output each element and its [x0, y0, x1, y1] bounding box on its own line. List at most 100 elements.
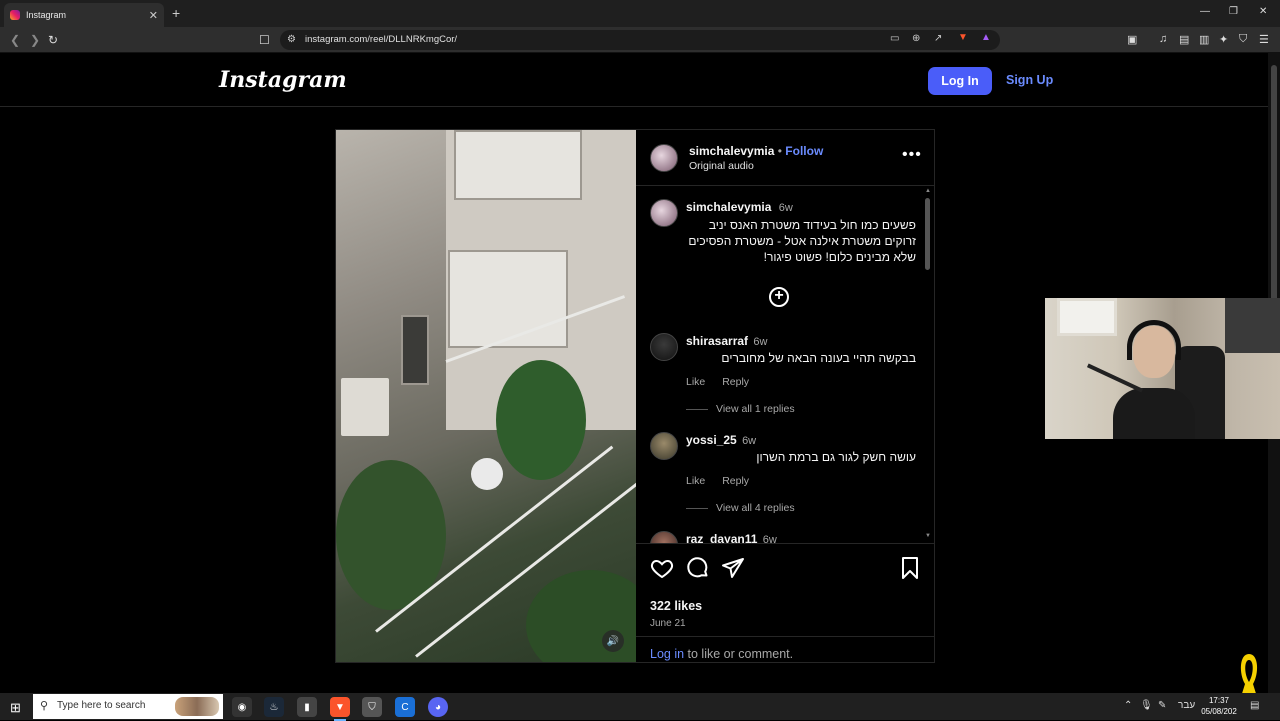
caption-avatar[interactable]: [650, 199, 678, 227]
video-ac-unit: [341, 378, 389, 436]
media-icon[interactable]: ♫: [1159, 33, 1167, 45]
windows-start-icon[interactable]: ⊞: [10, 700, 21, 716]
taskbar-search[interactable]: ⚲ Type here to search: [33, 694, 223, 719]
comment-like-button[interactable]: Like: [686, 376, 705, 388]
video-plant: [496, 360, 586, 480]
wallet-icon[interactable]: ▥: [1199, 33, 1209, 46]
webcam-window: [1057, 298, 1117, 336]
tray-language[interactable]: עבר: [1178, 700, 1195, 711]
comments-scrollbar[interactable]: ▲ ▼: [924, 188, 932, 542]
save-bookmark-icon[interactable]: [898, 556, 922, 580]
reader-icon[interactable]: ▤: [1179, 33, 1189, 46]
scroll-down-icon[interactable]: ▼: [925, 533, 931, 539]
notification-icon[interactable]: ▤: [1250, 700, 1259, 711]
window-close-icon[interactable]: ✕: [1259, 6, 1267, 17]
tray-mic-icon[interactable]: 🎙: [1140, 700, 1153, 711]
reel-video[interactable]: 🔊: [336, 130, 636, 662]
view-replies-button[interactable]: View all 4 replies: [686, 502, 795, 514]
comment-body: yossi_25 6w עושה חשק לגור גם ברמת השרון …: [686, 432, 916, 489]
webcam-person-body: [1113, 388, 1195, 439]
taskbar-shield-icon[interactable]: ⛉: [362, 697, 382, 717]
reload-icon[interactable]: ↻: [48, 33, 58, 47]
url-text: instagram.com/reel/DLLNRKmgCor/: [305, 34, 458, 45]
more-options-icon[interactable]: •••: [902, 146, 922, 164]
like-heart-icon[interactable]: [650, 556, 674, 580]
vpn-icon[interactable]: ⛉: [1239, 33, 1247, 46]
video-window-left: [401, 315, 429, 385]
signup-link[interactable]: Sign Up: [1006, 73, 1053, 87]
restore-icon[interactable]: ❐: [1229, 6, 1238, 17]
site-info-icon[interactable]: ⚙: [287, 30, 296, 50]
cast-icon[interactable]: ▭: [890, 33, 899, 44]
load-more-comments-icon[interactable]: +: [769, 287, 789, 307]
comment-icon[interactable]: [686, 556, 710, 580]
comment-username[interactable]: raz_dayan11: [686, 532, 757, 543]
follow-button[interactable]: Follow: [785, 144, 823, 158]
comment-avatar[interactable]: [650, 432, 678, 460]
comment-username[interactable]: yossi_25: [686, 433, 737, 447]
original-audio[interactable]: Original audio: [689, 160, 754, 172]
browser-tab[interactable]: Instagram ✕: [4, 3, 164, 27]
comment-like-button[interactable]: Like: [686, 475, 705, 487]
comments-scrollbar-thumb[interactable]: [925, 198, 930, 270]
clock-date: 05/08/202: [1201, 707, 1237, 716]
taskbar-discord-icon[interactable]: ◕: [428, 697, 448, 717]
search-highlight-image: [175, 697, 219, 716]
tray-pen-icon[interactable]: ✎: [1158, 700, 1166, 711]
author-username[interactable]: simchalevymia: [689, 144, 774, 158]
comment-avatar[interactable]: [650, 531, 678, 543]
tray-chevron-icon[interactable]: ⌃: [1124, 700, 1132, 711]
caption-username[interactable]: simchalevymia: [686, 200, 771, 214]
caption-body: simchalevymia 6w פשעים כמו חול בעידוד מש…: [686, 199, 916, 265]
menu-icon[interactable]: ☰: [1259, 33, 1269, 46]
login-prompt: Log in to like or comment.: [636, 636, 934, 663]
minimize-icon[interactable]: —: [1200, 6, 1210, 17]
post-date: June 21: [650, 618, 686, 629]
webcam-acoustic-panel: [1225, 298, 1280, 353]
post-footer: 322 likes June 21 Log in to like or comm…: [636, 543, 934, 662]
new-tab-icon[interactable]: +: [172, 5, 180, 21]
back-icon[interactable]: ❮: [10, 33, 20, 47]
windows-taskbar: ⊞ ⚲ Type here to search ◉ ♨ ▮ ▼ ⛉ C ◕ ⌃ …: [0, 693, 1280, 721]
clock-time: 17:37: [1208, 696, 1230, 705]
address-bar-row: ❮ ❯ ↻ ☐ ⚙ instagram.com/reel/DLLNRKmgCor…: [0, 27, 1280, 53]
author-avatar[interactable]: [650, 144, 678, 172]
brave-shield-icon[interactable]: ▼: [958, 32, 968, 43]
taskbar-c-app-icon[interactable]: C: [395, 697, 415, 717]
taskbar-brave-icon[interactable]: ▼: [330, 697, 350, 721]
comment-reply-button[interactable]: Reply: [722, 376, 749, 388]
webcam-overlay: [1045, 298, 1280, 439]
page-scrollbar-thumb[interactable]: [1271, 65, 1277, 315]
comments-list: simchalevymia 6w פשעים כמו חול בעידוד מש…: [636, 187, 926, 543]
taskbar-app-icon[interactable]: ▮: [297, 697, 317, 717]
scroll-up-icon[interactable]: ▲: [925, 188, 931, 194]
taskbar-obs-icon[interactable]: ◉: [232, 697, 252, 717]
share-icon[interactable]: ↗: [934, 33, 942, 44]
view-replies-button[interactable]: View all 1 replies: [686, 403, 795, 415]
comment-text: בבקשה תהיי בעונה הבאה של מחוברים: [721, 351, 916, 365]
comment-body: shirasarraf 6w בבקשה תהיי בעונה הבאה של …: [686, 333, 916, 390]
likes-count[interactable]: 322 likes: [650, 599, 702, 613]
ai-icon[interactable]: ✦: [1219, 33, 1228, 46]
login-button[interactable]: Log In: [928, 67, 992, 95]
forward-icon[interactable]: ❯: [30, 33, 40, 47]
close-tab-icon[interactable]: ✕: [149, 9, 158, 22]
bookmark-icon[interactable]: ☐: [259, 33, 270, 47]
search-placeholder: Type here to search: [57, 700, 146, 711]
comment-reply-button[interactable]: Reply: [722, 475, 749, 487]
comment-age: 6w: [762, 534, 777, 543]
login-link[interactable]: Log in: [650, 647, 684, 661]
taskbar-steam-icon[interactable]: ♨: [264, 697, 284, 717]
brave-rewards-icon[interactable]: ▲: [981, 32, 991, 43]
reel-post: 🔊 simchalevymia • Follow Original audio …: [335, 129, 935, 663]
comment-username[interactable]: shirasarraf: [686, 334, 748, 348]
search-icon: ⚲: [40, 700, 49, 712]
mute-icon[interactable]: 🔊: [602, 630, 624, 652]
taskbar-clock[interactable]: 17:37 05/08/202: [1199, 695, 1239, 717]
comment-age: 6w: [753, 336, 768, 348]
sidebar-icon[interactable]: ▣: [1127, 33, 1137, 46]
comment-avatar[interactable]: [650, 333, 678, 361]
share-send-icon[interactable]: [721, 556, 745, 580]
instagram-logo[interactable]: Instagram: [219, 67, 347, 93]
zoom-icon[interactable]: ⊕: [912, 33, 920, 44]
